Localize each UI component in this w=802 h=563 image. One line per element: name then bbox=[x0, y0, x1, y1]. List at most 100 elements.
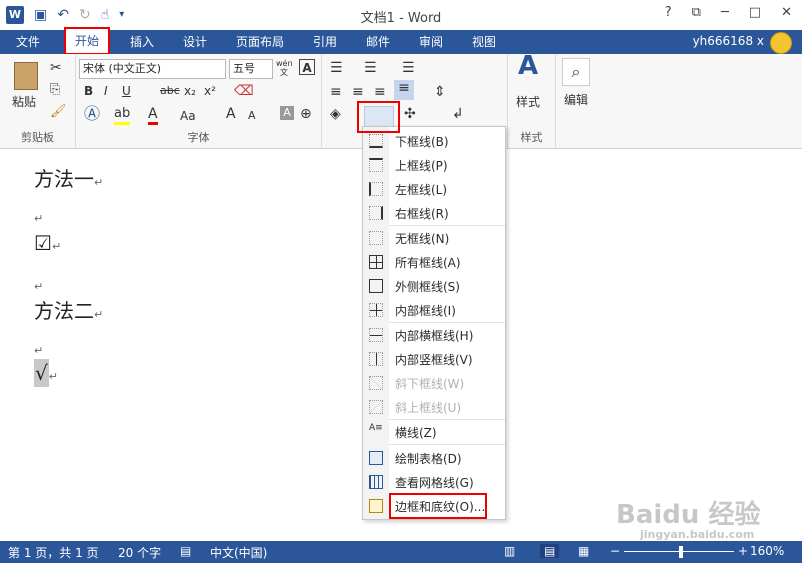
chinese-layout-icon[interactable]: ✣ bbox=[404, 106, 416, 122]
enclose-characters-icon[interactable]: ⊕ bbox=[300, 106, 312, 122]
tab-page-layout[interactable]: 页面布局 bbox=[228, 33, 292, 53]
align-right-icon[interactable]: ≡ bbox=[374, 84, 386, 100]
tab-home[interactable]: 开始 bbox=[64, 27, 111, 55]
print-layout-icon[interactable]: ▤ bbox=[540, 544, 560, 558]
doc-empty-line: ↵ bbox=[34, 280, 44, 293]
clipboard-group-label: 剪贴板 bbox=[21, 131, 54, 144]
tab-insert[interactable]: 插入 bbox=[122, 33, 162, 53]
font-family-combo[interactable]: 宋体 (中文正文) bbox=[79, 59, 226, 79]
tab-review[interactable]: 审阅 bbox=[411, 33, 451, 53]
ribbon-tabs: 文件 开始 插入 设计 页面布局 引用 邮件 审阅 视图 yh666168 x bbox=[0, 27, 802, 55]
doc-empty-line: ↵ bbox=[34, 344, 44, 357]
shrink-font-button[interactable]: A bbox=[248, 108, 256, 124]
tab-file[interactable]: 文件 bbox=[8, 33, 48, 53]
ribbon-display-icon[interactable]: ⧉ bbox=[692, 5, 701, 20]
copy-icon[interactable]: ⎘ bbox=[50, 82, 60, 98]
avatar[interactable] bbox=[770, 32, 792, 54]
character-border-button[interactable]: A bbox=[299, 59, 315, 75]
tab-design[interactable]: 设计 bbox=[175, 33, 215, 53]
align-center-icon[interactable]: ≡ bbox=[352, 84, 364, 100]
status-bar: 第 1 页，共 1 页 20 个字 ▤ 中文(中国) ▥ ▤ ▦ − + 160… bbox=[0, 541, 802, 563]
font-size-combo[interactable]: 五号 bbox=[229, 59, 273, 79]
change-case-button[interactable]: Aa bbox=[180, 108, 196, 124]
menu-item-bottom-border[interactable]: 下框线(B) bbox=[363, 129, 505, 153]
user-account[interactable]: yh666168 x bbox=[693, 34, 764, 48]
menu-item-left-border[interactable]: 左框线(L) bbox=[363, 177, 505, 201]
underline-button[interactable]: U bbox=[122, 83, 131, 99]
multilevel-list-icon[interactable]: ☰ bbox=[402, 60, 415, 76]
page-count[interactable]: 第 1 页，共 1 页 bbox=[8, 544, 99, 561]
menu-separator bbox=[389, 444, 505, 445]
view-gridlines-icon bbox=[369, 475, 383, 489]
justify-icon[interactable]: ≡ bbox=[394, 80, 414, 100]
bold-button[interactable]: B bbox=[84, 83, 93, 99]
binoculars-icon[interactable]: ⌕ bbox=[562, 58, 590, 86]
borders-button[interactable] bbox=[364, 106, 394, 128]
subscript-button[interactable]: x₂ bbox=[184, 83, 196, 99]
language-indicator[interactable]: 中文(中国) bbox=[210, 544, 267, 561]
read-mode-icon[interactable]: ▥ bbox=[504, 544, 515, 558]
menu-item-all-borders[interactable]: 所有框线(A) bbox=[363, 250, 505, 274]
format-painter-icon[interactable]: 🖌 bbox=[50, 104, 67, 120]
strikethrough-button[interactable]: abc bbox=[160, 83, 180, 99]
zoom-slider-thumb[interactable] bbox=[679, 546, 683, 558]
editing-group: ⌕ 编辑 bbox=[556, 54, 802, 149]
close-icon[interactable]: ✕ bbox=[781, 5, 792, 20]
grow-font-button[interactable]: A bbox=[226, 106, 236, 122]
cut-icon[interactable]: ✂ bbox=[50, 60, 62, 76]
web-layout-icon[interactable]: ▦ bbox=[578, 544, 589, 558]
menu-item-inside-borders[interactable]: 内部框线(I) bbox=[363, 298, 505, 322]
tab-view[interactable]: 视图 bbox=[464, 33, 504, 53]
zoom-in-button[interactable]: + bbox=[738, 544, 748, 558]
paste-icon[interactable] bbox=[14, 62, 38, 90]
styles-button[interactable]: 样式 bbox=[516, 94, 540, 110]
menu-item-inside-vertical[interactable]: 内部竖框线(V) bbox=[363, 347, 505, 371]
top-border-icon bbox=[369, 158, 383, 172]
highlight-color-icon[interactable]: ab bbox=[114, 106, 131, 125]
menu-item-borders-and-shading[interactable]: 边框和底纹(O)... bbox=[363, 494, 505, 518]
doc-checkbox-line: ☑↵ bbox=[34, 231, 62, 255]
numbering-icon[interactable]: ☰ bbox=[364, 60, 377, 76]
show-marks-icon[interactable]: ↲ bbox=[452, 106, 464, 122]
text-effects-icon[interactable]: Ⓐ bbox=[84, 106, 100, 122]
zoom-out-button[interactable]: − bbox=[610, 544, 620, 558]
menu-item-top-border[interactable]: 上框线(P) bbox=[363, 153, 505, 177]
shading-icon[interactable]: ◈ bbox=[330, 106, 341, 122]
tab-mailings[interactable]: 邮件 bbox=[358, 33, 398, 53]
phonetic-guide-button[interactable]: wén 文 bbox=[276, 59, 293, 77]
clear-formatting-icon[interactable]: ⌫ bbox=[234, 83, 254, 99]
align-left-icon[interactable]: ≡ bbox=[330, 84, 342, 100]
minimize-icon[interactable]: ─ bbox=[721, 5, 729, 20]
word-window: W ▣ ↶ ↻ ☝ ▾ 文档1 - Word ? ⧉ ─ □ ✕ 文件 开始 插… bbox=[0, 0, 802, 563]
all-borders-icon bbox=[369, 255, 383, 269]
line-spacing-icon[interactable]: ⇕ bbox=[434, 84, 446, 100]
maximize-icon[interactable]: □ bbox=[749, 5, 761, 20]
right-border-icon bbox=[369, 206, 383, 220]
font-color-button[interactable]: A bbox=[148, 106, 158, 125]
bullets-icon[interactable]: ☰ bbox=[330, 60, 343, 76]
zoom-level[interactable]: 160% bbox=[750, 544, 784, 558]
menu-item-horizontal-line[interactable]: A≡ 横线(Z) bbox=[363, 420, 505, 444]
menu-item-right-border[interactable]: 右框线(R) bbox=[363, 201, 505, 225]
tab-references[interactable]: 引用 bbox=[305, 33, 345, 53]
watermark-url: jingyan.baidu.com bbox=[640, 528, 755, 541]
menu-item-view-gridlines[interactable]: 查看网格线(G) bbox=[363, 470, 505, 494]
editing-button[interactable]: 编辑 bbox=[564, 92, 588, 108]
doc-heading-method1: 方法一↵ bbox=[34, 167, 104, 191]
italic-button[interactable]: I bbox=[104, 83, 108, 99]
menu-item-inside-horizontal[interactable]: 内部横框线(H) bbox=[363, 323, 505, 347]
menu-item-draw-table[interactable]: 绘制表格(D) bbox=[363, 446, 505, 470]
menu-item-diagonal-up: 斜上框线(U) bbox=[363, 395, 505, 419]
watermark-logo: Baidu 经验 bbox=[616, 500, 761, 530]
checkbox-symbol: ☑ bbox=[34, 231, 52, 255]
word-count[interactable]: 20 个字 bbox=[118, 544, 161, 561]
styles-group-label: 样式 bbox=[520, 131, 543, 144]
paste-button[interactable]: 粘贴 bbox=[12, 94, 36, 110]
styles-icon[interactable]: A bbox=[518, 53, 538, 79]
help-button[interactable]: ? bbox=[665, 5, 672, 20]
proofing-icon[interactable]: ▤ bbox=[180, 544, 191, 558]
menu-item-outside-borders[interactable]: 外侧框线(S) bbox=[363, 274, 505, 298]
superscript-button[interactable]: x² bbox=[204, 83, 216, 99]
character-shading-icon[interactable]: A bbox=[280, 106, 294, 120]
menu-item-no-border[interactable]: 无框线(N) bbox=[363, 226, 505, 250]
